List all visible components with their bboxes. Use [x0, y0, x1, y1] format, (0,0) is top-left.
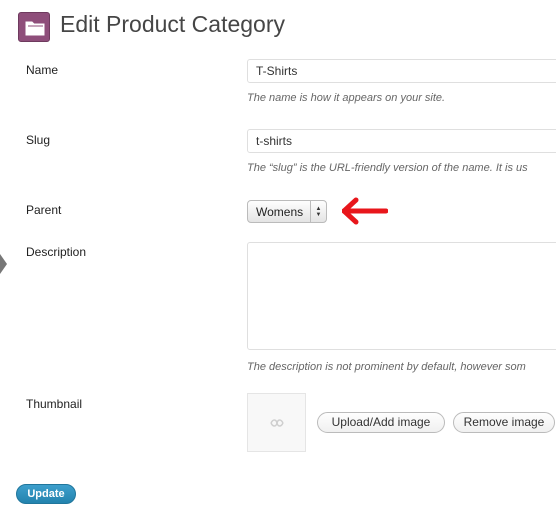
folder-icon	[25, 21, 45, 36]
name-label: Name	[26, 63, 59, 77]
left-arrow-icon	[342, 197, 388, 225]
update-button[interactable]: Update	[16, 484, 76, 504]
remove-image-button[interactable]: Remove image	[453, 412, 555, 433]
header-icon	[18, 12, 50, 42]
slug-label: Slug	[26, 133, 51, 147]
description-help: The description is not prominent by defa…	[247, 361, 526, 373]
name-description: The name is how it appears on your site.	[247, 92, 446, 104]
description-textarea[interactable]	[247, 242, 556, 350]
page-title: Edit Product Category	[60, 11, 286, 37]
parent-selected-value: Womens	[256, 204, 304, 219]
description-label: Description	[26, 245, 87, 259]
slug-field[interactable]	[247, 129, 556, 153]
upload-image-button[interactable]: Upload/Add image	[317, 412, 445, 433]
side-collapse-tab[interactable]	[0, 254, 7, 274]
select-arrows-icon: ▲ ▼	[310, 201, 326, 222]
parent-select[interactable]: Womens ▲ ▼	[247, 200, 327, 223]
name-field[interactable]	[247, 59, 556, 83]
slug-description: The “slug” is the URL-friendly version o…	[247, 162, 528, 174]
thumbnail-label: Thumbnail	[26, 397, 83, 411]
thumbnail-preview	[247, 393, 306, 452]
placeholder-image-icon	[269, 418, 284, 427]
parent-label: Parent	[26, 203, 62, 217]
